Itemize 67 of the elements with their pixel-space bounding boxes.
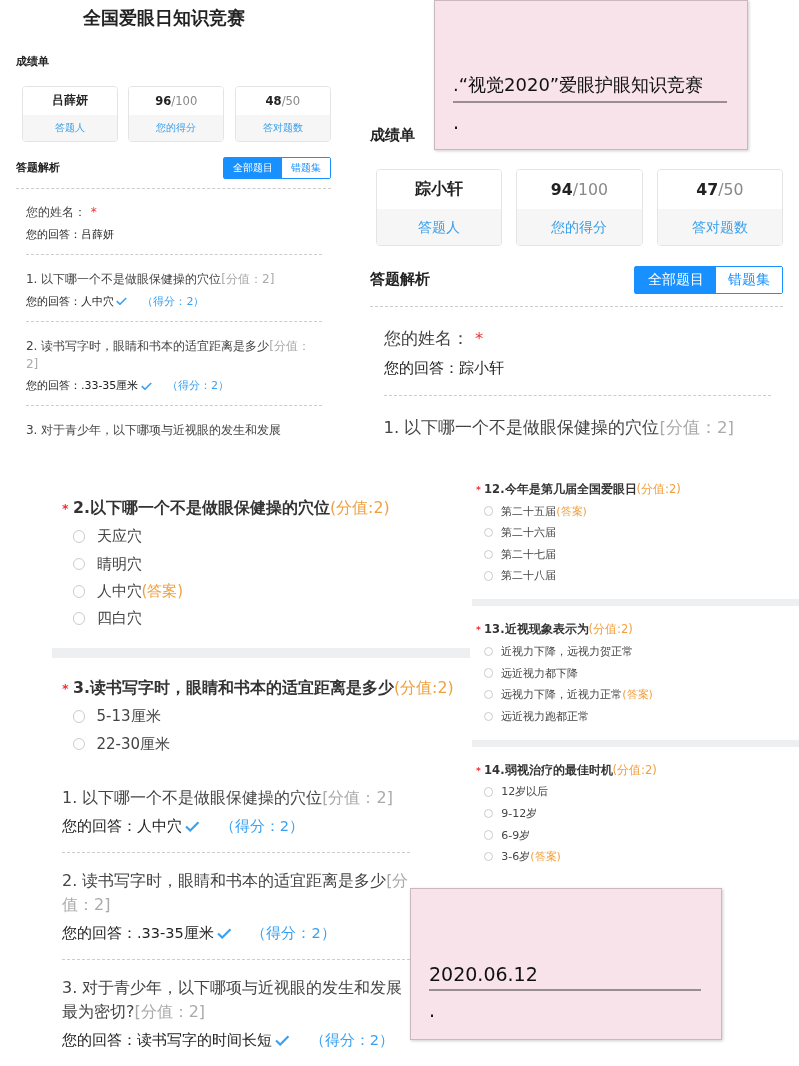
score-text: （得分：2） (219, 817, 304, 837)
answer-text: 您的回答：吕薛妍 (25, 227, 114, 242)
question-title: * 2.以下哪一个不是做眼保健操的穴位(分值:2) (62, 498, 391, 519)
stat-value: 48/50 (265, 93, 301, 108)
filter-tab[interactable]: 全部题目 (635, 266, 716, 293)
option-label: 第二十六届 (501, 525, 557, 541)
note-text: . (429, 999, 437, 1021)
score-text: （得分：2） (166, 378, 229, 394)
question-text: 您的姓名： * (383, 327, 485, 350)
option-label: 第二十八届 (501, 568, 557, 584)
stat-label: 您的得分 (551, 217, 608, 237)
stat-label: 答题人 (54, 121, 85, 136)
option-label: 近视力下降，远视力贺正常 (501, 643, 634, 659)
question-text: 2. 读书写字时，眼睛和书本的适宜距离是多少[分值：2] (25, 337, 311, 373)
note-text: .“视觉2020”爱眼护眼知识竞赛 (453, 73, 727, 103)
option-label: 5-13厘米 (96, 707, 161, 727)
stat-label: 答题人 (418, 217, 461, 237)
question-title: * 12.今年是第几届全国爱眼日(分值:2) (476, 482, 682, 497)
question-text: 1. 以下哪一个不是做眼保健操的穴位[分值：2] (25, 270, 276, 288)
score-text: （得分：2） (309, 1031, 394, 1051)
option-label: 远近视力跑都正常 (501, 708, 590, 724)
answer-text: 您的回答：踪小轩 (383, 359, 504, 379)
option-label: 第二十七届 (501, 546, 557, 562)
section-title: 答题解析 (16, 160, 60, 176)
section-title: 答题解析 (370, 270, 430, 290)
question-text: 1. 以下哪一个不是做眼保健操的穴位[分值：2] (383, 416, 735, 439)
stat-value: 96/100 (155, 93, 198, 108)
stat-label: 答对题数 (691, 217, 748, 237)
option-label: 四白穴 (96, 609, 142, 628)
score-text: （得分：2） (251, 924, 336, 944)
question-text: 2. 读书写字时，眼睛和书本的适宜距离是多少[分值：2] (62, 870, 410, 916)
answer-text: 您的回答：人中穴 (62, 817, 182, 837)
question-title: * 3.读书写字时，眼睛和书本的适宜距离是多少(分值:2) (62, 678, 455, 699)
question-title: * 13.近视现象表示为(分值:2) (476, 622, 634, 638)
option-label: 远视力下降，近视力正常(答案) (501, 687, 653, 703)
stat-value: 吕薛妍 (51, 93, 88, 109)
question-text: 1. 以下哪一个不是做眼保健操的穴位[分值：2] (62, 786, 394, 809)
option-label: 天应穴 (96, 527, 142, 547)
option-label: 22-30厘米 (96, 734, 171, 754)
score-text: （得分：2） (142, 293, 205, 309)
answer-text: 您的回答：读书写字的时间长短 (62, 1031, 272, 1051)
option-label: 9-12岁 (501, 805, 538, 821)
section-title: 成绩单 (16, 54, 49, 69)
option-label: 人中穴(答案) (96, 581, 184, 601)
stat-label: 您的得分 (156, 121, 197, 136)
section-title: 成绩单 (370, 126, 415, 145)
note-text: 2020.06.12 (429, 963, 701, 991)
option-label: 6-9岁 (501, 827, 531, 843)
answer-text: 您的回答：.33-35厘米 (25, 378, 139, 394)
stat-value: 踪小轩 (415, 179, 464, 200)
option-label: 3-6岁(答案) (501, 849, 561, 865)
option-label: 第二十五届(答案) (501, 503, 587, 519)
stat-value: 47/50 (696, 180, 744, 199)
answer-text: 您的回答：.33-35厘米 (62, 924, 214, 944)
answer-text: 您的回答：人中穴 (25, 293, 114, 309)
filter-tab[interactable]: 全部题目 (224, 157, 283, 178)
stat-label: 答对题数 (262, 121, 303, 136)
question-text: 3. 对于青少年，以下哪项与近视眼的发生和发展 (25, 422, 283, 440)
stat-value: 94/100 (550, 180, 609, 199)
question-text: 3. 对于青少年，以下哪项与近视眼的发生和发展最为密切?[分值：2] (62, 976, 404, 1023)
page-title: 全国爱眼日知识竞赛 (81, 7, 246, 30)
option-label: 睛明穴 (96, 554, 142, 574)
question-text: 您的姓名： * (25, 204, 98, 222)
option-label: 远近视力都下降 (501, 665, 579, 681)
note-text: . (453, 111, 461, 133)
option-label: 12岁以后 (501, 784, 549, 800)
question-title: * 14.弱视治疗的最佳时机(分值:2) (476, 762, 658, 778)
